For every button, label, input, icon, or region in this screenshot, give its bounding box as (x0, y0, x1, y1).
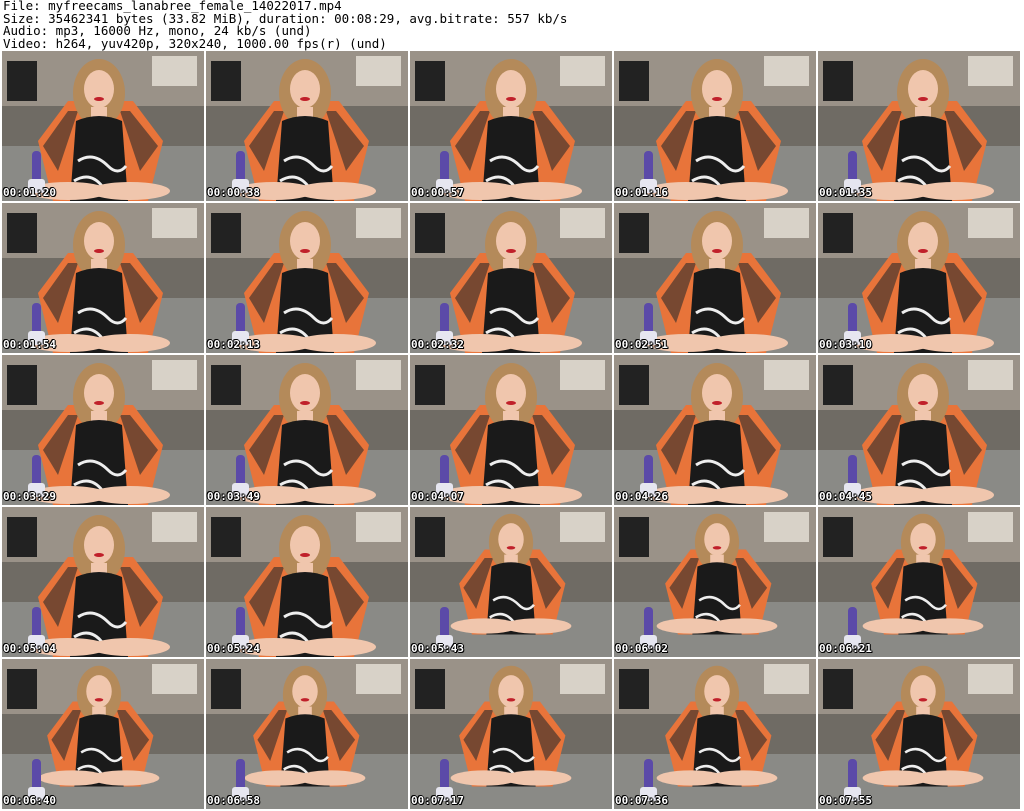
video-thumbnail: 00:02:32 (410, 203, 612, 353)
thumbnail-image (206, 203, 408, 353)
thumbnail-image (2, 355, 204, 505)
timestamp-label: 00:06:21 (819, 642, 872, 655)
video-thumbnail: 00:03:49 (206, 355, 408, 505)
video-thumbnail: 00:06:02 (614, 507, 816, 657)
thumbnail-image (206, 355, 408, 505)
video-thumbnail: 00:01:35 (818, 51, 1020, 201)
timestamp-label: 00:01:35 (819, 186, 872, 199)
video-thumbnail: 00:02:13 (206, 203, 408, 353)
timestamp-label: 00:02:51 (615, 338, 668, 351)
thumbnail-image (206, 659, 408, 809)
timestamp-label: 00:00:57 (411, 186, 464, 199)
timestamp-label: 00:03:10 (819, 338, 872, 351)
video-thumbnail: 00:06:40 (2, 659, 204, 809)
thumbnail-image (614, 659, 816, 809)
video-info-line: Video: h264, yuv420p, 320x240, 1000.00 f… (3, 35, 387, 51)
thumbnail-image (818, 51, 1020, 201)
timestamp-label: 00:03:49 (207, 490, 260, 503)
video-thumbnail: 00:01:20 (2, 51, 204, 201)
timestamp-label: 00:06:58 (207, 794, 260, 807)
video-thumbnail: 00:01:16 (614, 51, 816, 201)
video-thumbnail: 00:06:21 (818, 507, 1020, 657)
video-thumbnail: 00:00:38 (206, 51, 408, 201)
timestamp-label: 00:05:04 (3, 642, 56, 655)
video-thumbnail: 00:05:43 (410, 507, 612, 657)
video-thumbnail: 00:03:10 (818, 203, 1020, 353)
timestamp-label: 00:06:02 (615, 642, 668, 655)
timestamp-label: 00:04:45 (819, 490, 872, 503)
timestamp-label: 00:07:36 (615, 794, 668, 807)
thumbnail-image (2, 507, 204, 657)
thumbnail-image (818, 659, 1020, 809)
video-thumbnail: 00:03:29 (2, 355, 204, 505)
thumbnail-image (614, 507, 816, 657)
timestamp-label: 00:06:40 (3, 794, 56, 807)
timestamp-label: 00:00:38 (207, 186, 260, 199)
video-thumbnail: 00:01:54 (2, 203, 204, 353)
timestamp-label: 00:05:43 (411, 642, 464, 655)
thumbnail-image (2, 51, 204, 201)
video-thumbnail: 00:05:04 (2, 507, 204, 657)
thumbnail-image (818, 355, 1020, 505)
video-thumbnail: 00:02:51 (614, 203, 816, 353)
video-thumbnail: 00:05:24 (206, 507, 408, 657)
video-thumbnail: 00:07:17 (410, 659, 612, 809)
timestamp-label: 00:01:20 (3, 186, 56, 199)
thumbnail-grid: 00:01:20 00:00:38 00:00:57 00:01:16 00:0… (2, 51, 1020, 809)
timestamp-label: 00:04:26 (615, 490, 668, 503)
video-thumbnail: 00:07:36 (614, 659, 816, 809)
thumbnail-image (410, 203, 612, 353)
thumbnail-image (818, 507, 1020, 657)
timestamp-label: 00:01:16 (615, 186, 668, 199)
thumbnail-image (2, 659, 204, 809)
thumbnail-image (206, 51, 408, 201)
timestamp-label: 00:02:13 (207, 338, 260, 351)
thumbnail-image (410, 507, 612, 657)
timestamp-label: 00:07:55 (819, 794, 872, 807)
timestamp-label: 00:05:24 (207, 642, 260, 655)
video-thumbnail: 00:00:57 (410, 51, 612, 201)
timestamp-label: 00:03:29 (3, 490, 56, 503)
thumbnail-image (410, 355, 612, 505)
timestamp-label: 00:04:07 (411, 490, 464, 503)
thumbnail-image (2, 203, 204, 353)
timestamp-label: 00:07:17 (411, 794, 464, 807)
thumbnail-image (614, 203, 816, 353)
video-thumbnail: 00:04:26 (614, 355, 816, 505)
video-thumbnail: 00:07:55 (818, 659, 1020, 809)
file-info-header: File: myfreecams_lanabree_female_1402201… (3, 0, 1021, 50)
thumbnail-image (614, 51, 816, 201)
thumbnail-image (818, 203, 1020, 353)
video-thumbnail: 00:04:07 (410, 355, 612, 505)
timestamp-label: 00:01:54 (3, 338, 56, 351)
thumbnail-image (614, 355, 816, 505)
timestamp-label: 00:02:32 (411, 338, 464, 351)
video-thumbnail: 00:06:58 (206, 659, 408, 809)
thumbnail-image (410, 51, 612, 201)
thumbnail-image (410, 659, 612, 809)
video-thumbnail: 00:04:45 (818, 355, 1020, 505)
thumbnail-image (206, 507, 408, 657)
